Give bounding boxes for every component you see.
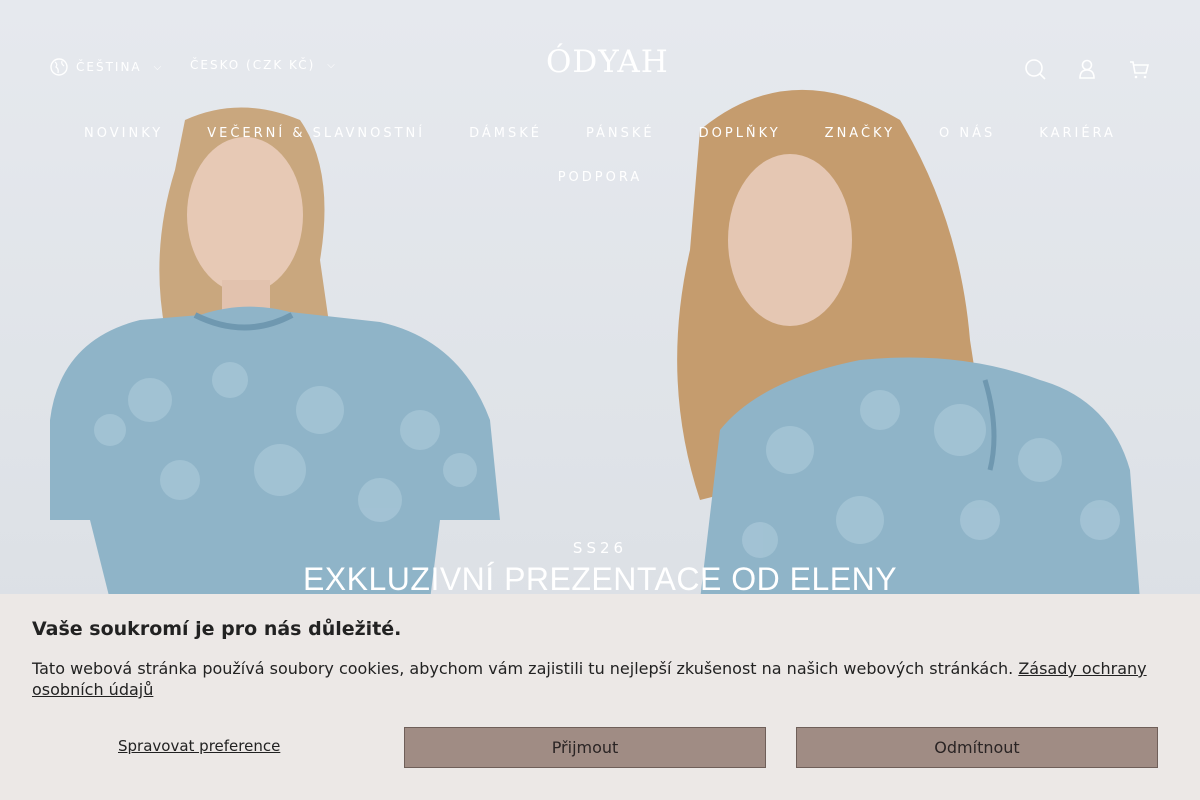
cookie-description: Tato webová stránka používá soubory cook…: [32, 659, 1014, 678]
nav-item-panske[interactable]: PÁNSKÉ: [564, 126, 677, 141]
language-selector[interactable]: ČEŠTINA ⌵: [50, 58, 163, 76]
cookie-title: Vaše soukromí je pro nás důležité.: [32, 618, 402, 640]
nav-item-kariera[interactable]: KARIÉRA: [1017, 126, 1138, 141]
chevron-down-icon: ⌵: [153, 61, 164, 73]
site-logo[interactable]: ÓDYAH: [546, 44, 669, 80]
nav-item-doplnky[interactable]: DOPLŇKY: [677, 126, 803, 141]
main-navigation: NOVINKY VEČERNÍ & SLAVNOSTNÍ DÁMSKÉ PÁNS…: [0, 126, 1200, 185]
nav-item-vecerni[interactable]: VEČERNÍ & SLAVNOSTNÍ: [185, 126, 447, 141]
nav-item-novinky[interactable]: NOVINKY: [62, 126, 185, 141]
nav-item-damske[interactable]: DÁMSKÉ: [447, 126, 564, 141]
cookie-banner: Vaše soukromí je pro nás důležité. Tato …: [0, 594, 1200, 800]
reject-button[interactable]: Odmítnout: [796, 727, 1158, 768]
hero-headline: EXKLUZIVNÍ PREZENTACE OD ELENY: [302, 561, 898, 597]
nav-item-o-nas[interactable]: O NÁS: [917, 126, 1017, 141]
country-selector[interactable]: ČESKO (CZK KČ) ⌵: [190, 58, 337, 72]
manage-preferences-link[interactable]: Spravovat preference: [118, 737, 280, 755]
cart-icon[interactable]: [1126, 56, 1152, 82]
accept-button[interactable]: Přijmout: [404, 727, 766, 768]
search-icon[interactable]: [1022, 56, 1048, 82]
account-icon[interactable]: [1074, 56, 1100, 82]
nav-item-znacky[interactable]: ZNAČKY: [803, 126, 917, 141]
chevron-down-icon: ⌵: [327, 59, 337, 71]
site-header: ČEŠTINA ⌵ ČESKO (CZK KČ) ⌵ ÓDYAH: [0, 0, 1200, 110]
cookie-text: Tato webová stránka používá soubory cook…: [32, 658, 1172, 700]
language-label: ČEŠTINA: [76, 60, 142, 74]
globe-icon: [50, 58, 68, 76]
nav-item-podpora[interactable]: PODPORA: [536, 170, 665, 185]
hero-season: SS26: [572, 539, 628, 557]
country-label: ČESKO (CZK KČ): [190, 58, 316, 72]
